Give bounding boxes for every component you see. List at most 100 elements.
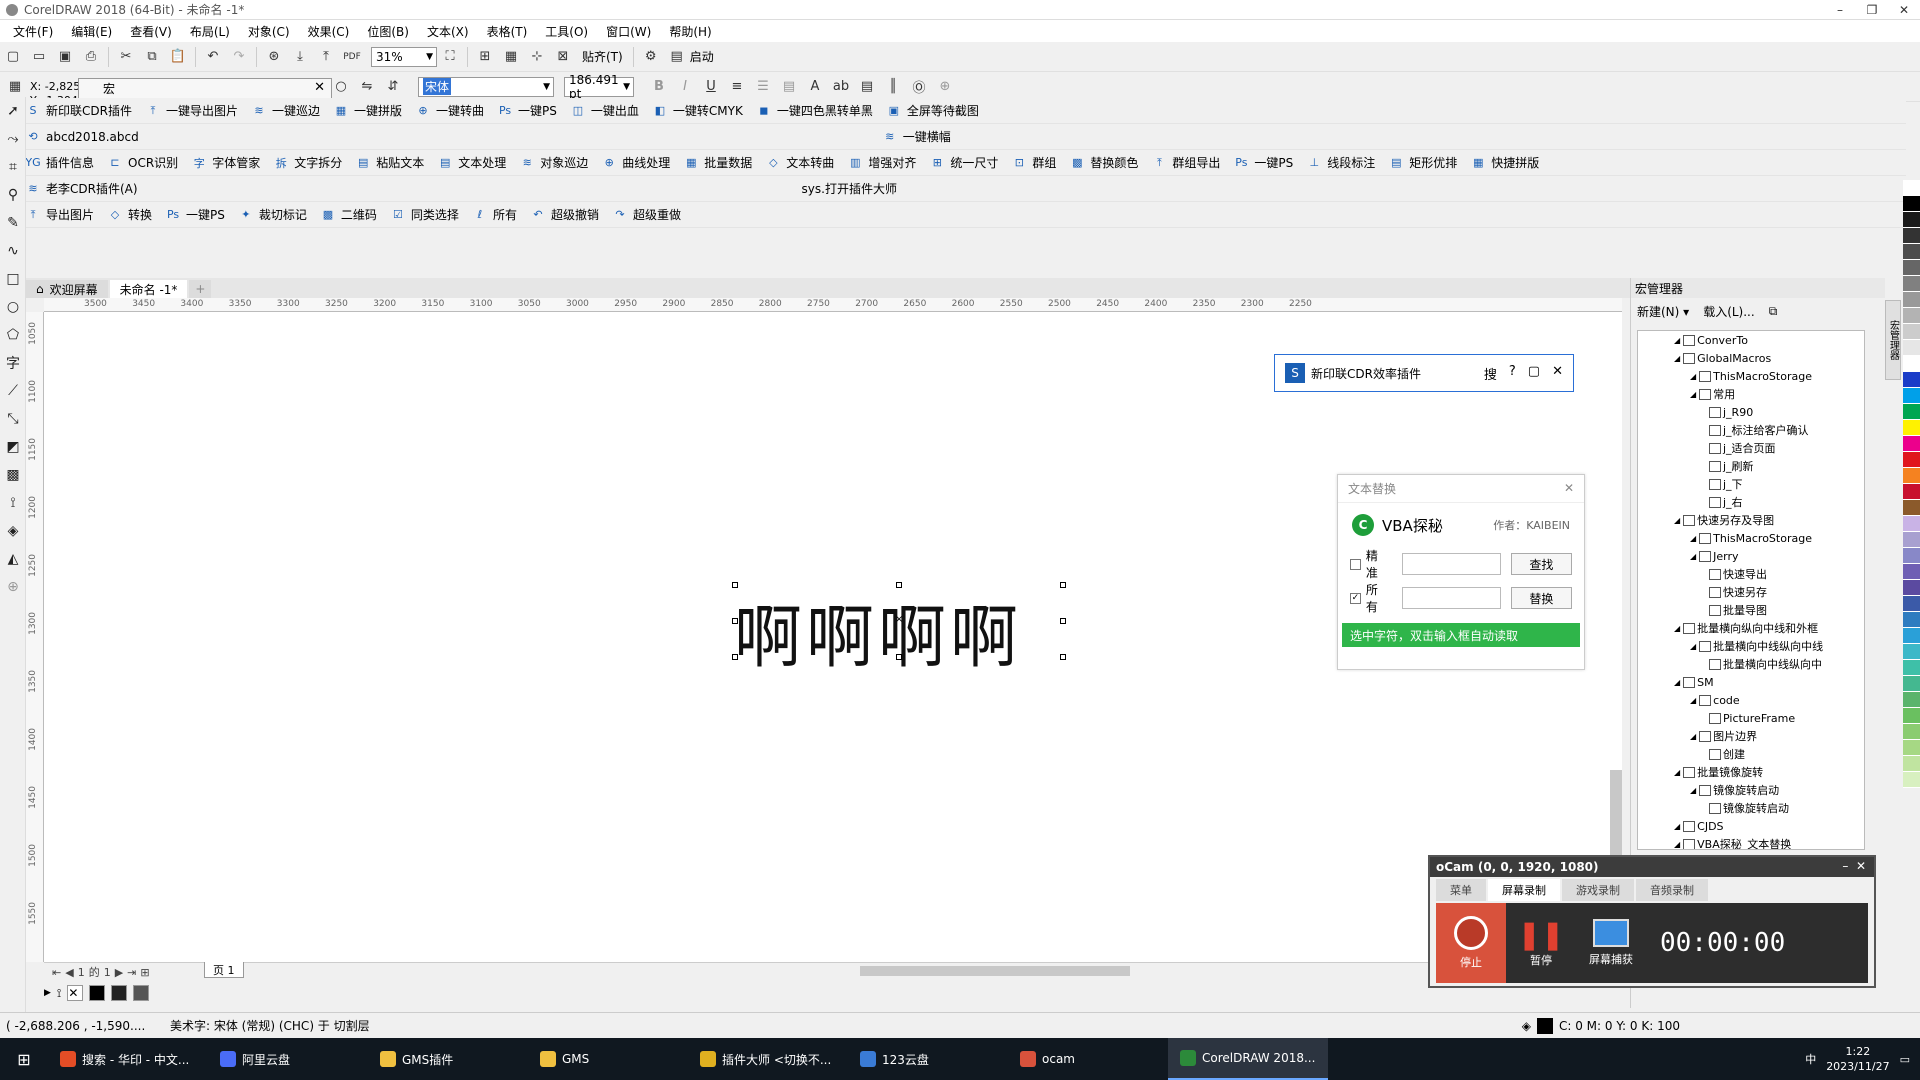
ime-indicator[interactable]: 中 [1805,1051,1816,1067]
plugin-button-0-7[interactable]: ◧ 一键转CMYK [653,102,743,119]
eyedropper-icon[interactable]: ⟟ [0,489,26,517]
plugin-button-2-15[interactable]: Ps 一键PS [1234,154,1293,171]
shape-tool-icon[interactable]: ⤳ [0,125,26,153]
tree-node[interactable]: ◢ 批量镜像旋转 [1638,763,1864,781]
color-swatch[interactable] [1903,484,1920,500]
tree-node[interactable]: j_R90 [1638,403,1864,421]
color-swatch[interactable] [1903,644,1920,660]
selection-handle[interactable] [1060,582,1066,588]
text-align-icon[interactable]: ≡ [726,76,748,98]
pick-tool-icon[interactable]: ➚ [0,97,26,125]
redo-icon[interactable]: ↷ [228,46,250,68]
eyedropper-icon[interactable]: ⟟ [57,986,61,1001]
clock[interactable]: 1:22 2023/11/27 [1826,1044,1889,1074]
color-swatch[interactable] [1903,276,1920,292]
close-icon[interactable]: ✕ [314,80,325,95]
tree-node[interactable]: ◢ 批量横向中线纵向中线 [1638,637,1864,655]
close-icon[interactable]: ✕ [1564,481,1574,495]
new-macro-button[interactable]: 新建(N) ▾ [1637,303,1689,320]
snap-to-menu[interactable]: 贴齐(T) [582,48,623,65]
close-icon[interactable]: ✕ [1888,0,1920,20]
color-swatch[interactable] [1903,500,1920,516]
tree-node[interactable]: ◢ 图片边界 [1638,727,1864,745]
launch-icon[interactable]: ▤ [666,46,688,68]
color-swatch[interactable] [1903,452,1920,468]
menu-item-10[interactable]: 窗口(W) [597,23,660,40]
find-input[interactable] [1401,553,1501,575]
plugin-button-4-0[interactable]: ⤒ 导出图片 [26,206,94,223]
plugin-button-4-2[interactable]: Ps 一键PS [166,206,225,223]
selection-handle[interactable] [896,654,902,660]
macro-options-icon[interactable]: ⧉ [1769,304,1778,319]
print-icon[interactable]: ⎙ [80,46,102,68]
color-swatch[interactable] [1903,580,1920,596]
color-swatch[interactable] [1903,468,1920,484]
ocam-tab-game[interactable]: 游戏录制 [1562,879,1634,901]
font-name-combo[interactable]: 宋体 ▼ [418,76,554,97]
guidelines-icon[interactable]: ⊹ [526,46,548,68]
menu-item-9[interactable]: 工具(O) [536,23,597,40]
horizontal-scrollbar[interactable] [44,962,1622,978]
rotation-icon[interactable]: ○ [330,76,352,98]
plugin-button-2-6[interactable]: ≋ 对象巡边 [520,154,589,171]
color-swatch[interactable] [1903,260,1920,276]
ocam-tab-screen[interactable]: 屏幕录制 [1488,879,1560,901]
color-swatch[interactable] [1903,404,1920,420]
menu-item-3[interactable]: 布局(L) [181,23,239,40]
plugin-button-0-1[interactable]: ⤒ 一键导出图片 [146,102,238,119]
color-swatch[interactable] [1903,628,1920,644]
plugin-button-0-8[interactable]: ◼ 一键四色黑转单黑 [757,102,873,119]
menu-item-8[interactable]: 表格(T) [478,23,537,40]
tree-node[interactable]: ◢ SM [1638,673,1864,691]
tree-node[interactable]: 镜像旋转启动 [1638,799,1864,817]
page-tab[interactable]: 页 1 [204,962,244,978]
character-format-icon[interactable]: A [804,76,826,98]
color-swatch[interactable] [1903,228,1920,244]
save-icon[interactable]: ▣ [54,46,76,68]
plugin-button-2-5[interactable]: ▤ 文本处理 [438,154,506,171]
taskbar-app-7[interactable]: CorelDRAW 2018... [1168,1038,1328,1080]
horizontal-text-icon[interactable]: ▤ [856,76,878,98]
add-tool-icon[interactable]: ⊕ [0,573,26,601]
tree-node[interactable]: ◢ GlobalMacros [1638,349,1864,367]
add-tab-icon[interactable]: + [189,280,212,298]
pdf-icon[interactable]: PDF [341,46,363,68]
crop-tool-icon[interactable]: ⌗ [0,153,26,181]
taskbar-app-3[interactable]: GMS [528,1038,688,1080]
mirror-v-icon[interactable]: ⇵ [382,76,404,98]
tree-node[interactable]: j_标注给客户确认 [1638,421,1864,439]
selection-handle[interactable] [1060,618,1066,624]
color-swatch[interactable] [1903,372,1920,388]
plugin-button-2-7[interactable]: ⊕ 曲线处理 [602,154,671,171]
tree-node[interactable]: ◢ ConverTo [1638,331,1864,349]
maximize-icon[interactable]: ▢ [1528,364,1540,383]
drop-shadow-icon[interactable]: ◩ [0,433,26,461]
transparency-icon[interactable]: ▩ [0,461,26,489]
tree-node[interactable]: 创建 [1638,745,1864,763]
snap-icon[interactable]: ⊠ [552,46,574,68]
plugin-button-4-1[interactable]: ◇ 转换 [108,206,152,223]
vertical-text-icon[interactable]: ║ [882,76,904,98]
tree-node[interactable]: j_下 [1638,475,1864,493]
plugin-button-3-0[interactable]: ≋ 老李CDR插件(A) [26,180,137,197]
menu-item-6[interactable]: 位图(B) [358,23,418,40]
docker-tab-macro[interactable]: 宏管理器 [1885,300,1901,380]
polygon-tool-icon[interactable]: ⬠ [0,321,26,349]
close-icon[interactable]: ✕ [1552,364,1563,383]
tree-node[interactable]: 批量导图 [1638,601,1864,619]
color-swatch[interactable] [1903,756,1920,772]
find-button[interactable]: 查找 [1510,553,1572,575]
plugin-button-1-0[interactable]: ⟲ abcd2018.abcd [26,130,138,144]
color-swatch[interactable] [1903,324,1920,340]
color-swatch[interactable] [1903,548,1920,564]
open-icon[interactable]: ▭ [28,46,50,68]
horizontal-ruler[interactable]: 3500 3450 3400 3350 3300 3250 3200 3150 3100 3050… [44,298,1622,312]
vertical-scroll-thumb[interactable] [1610,770,1622,856]
plugin-button-0-3[interactable]: ▦ 一键拼版 [334,102,402,119]
grid-icon[interactable]: ▦ [500,46,522,68]
prev-page-icon[interactable]: ◀ [65,966,73,979]
plugin-button-2-0[interactable]: YG 插件信息 [25,154,94,171]
color-swatch[interactable] [1903,564,1920,580]
add-page-icon[interactable]: ⊞ [140,966,149,979]
tree-node[interactable]: ◢ 批量横向纵向中线和外框 [1638,619,1864,637]
